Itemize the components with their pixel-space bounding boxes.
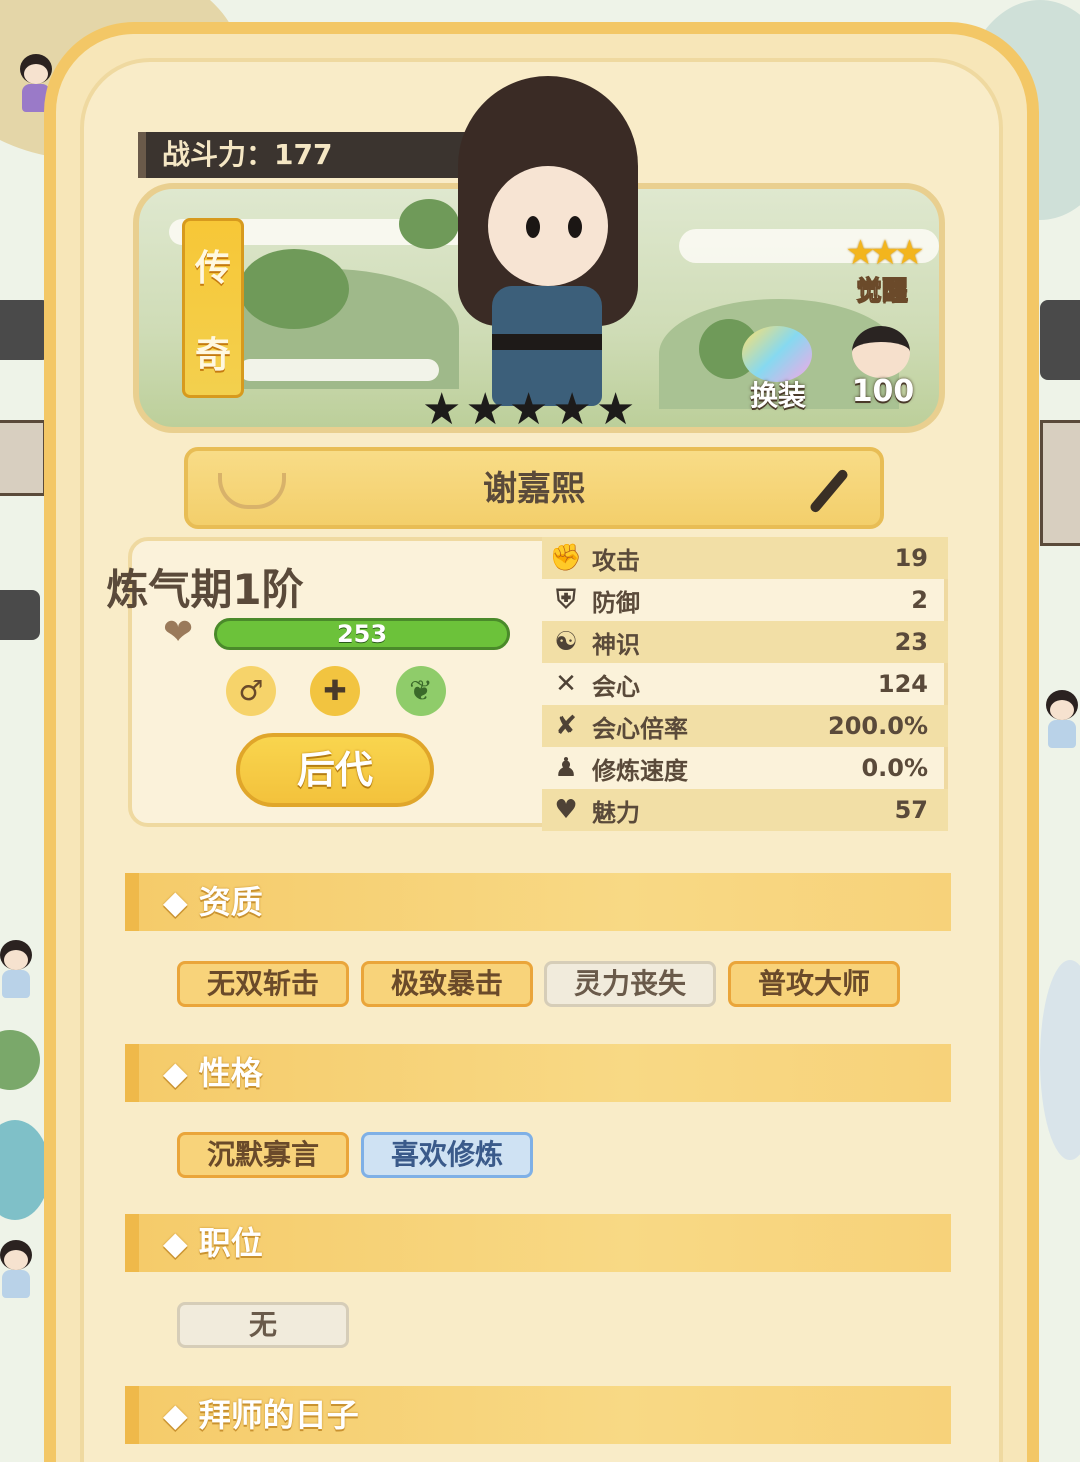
fist-icon: ✊ [549,543,583,573]
star-icon: ★ [422,384,462,435]
outfit-label: 换装 [749,379,806,412]
personality-tag[interactable]: 喜欢修炼 [361,1132,533,1178]
leaf-icon[interactable]: ❦ [396,666,446,716]
section-aptitude: ◆ 资质 [125,873,951,931]
npc-sprite[interactable] [0,1240,38,1300]
stat-cultivation-speed: ♟ 修炼速度 0.0% [542,747,948,789]
stat-value: 23 [894,628,928,656]
stats-list: ✊ 攻击 19 ⛨ 防御 2 ☯ 神识 23 ✕ 会心 124 ✘ 会心倍率 2… [542,537,948,831]
change-outfit-button[interactable]: 换装 [728,322,828,412]
section-title: ◆ 资质 [163,883,263,921]
section-master-days: ◆ 拜师的日子 [125,1386,951,1444]
rarity-char: 奇 [194,334,231,376]
section-personality: ◆ 性格 [125,1044,951,1102]
stat-label: 会心倍率 [592,714,688,743]
stat-crit-rate: ✘ 会心倍率 200.0% [542,705,948,747]
stat-value: 200.0% [828,712,928,740]
child-count: 100 [851,374,915,409]
stat-defense: ⛨ 防御 2 [542,579,948,621]
stars-icon: ★★★ [845,233,924,273]
crossed-swords-icon: ✕ [555,669,577,699]
section-title: ◆ 拜师的日子 [163,1396,359,1434]
name-plate: 谢嘉熙 [184,447,884,529]
star-icon: ★ [595,384,636,435]
npc-sprite[interactable] [0,940,38,1000]
stat-value: 2 [911,586,928,614]
stat-value: 57 [894,796,928,824]
star-rating: ★ ★ ★ ★ ★ [422,388,635,432]
aptitude-tag[interactable]: 普攻大师 [728,961,900,1007]
star-icon: ★ [465,384,505,435]
aptitude-tag[interactable]: 极致暴击 [361,961,533,1007]
crit-rate-icon: ✘ [555,711,577,741]
stat-value: 19 [894,544,928,572]
character-sprite[interactable] [448,66,658,406]
aptitude-tag[interactable]: 灵力丧失 [544,961,716,1007]
spirit-icon: ☯ [554,627,578,657]
child-button[interactable]: 100 [838,322,928,412]
npc-sprite[interactable] [1040,690,1080,750]
descendants-button[interactable]: 后代 [236,733,434,807]
meditation-icon: ♟ [554,753,578,783]
personality-tag[interactable]: 沉默寡言 [177,1132,349,1178]
stat-label: 魅力 [592,798,640,827]
character-name: 谢嘉熙 [483,469,585,509]
gender-male-icon[interactable]: ♂ [226,666,276,716]
position-tag[interactable]: 无 [177,1302,349,1348]
aptitude-tag[interactable]: 无双斩击 [177,961,349,1007]
stat-value: 124 [877,670,928,698]
star-icon: ★ [552,384,592,435]
awaken-label: 觉醒 [855,276,908,307]
rarity-badge: 传 奇 [182,218,244,398]
section-title: ◆ 性格 [163,1054,263,1092]
stat-charm: ♥ 魅力 57 [542,789,948,831]
section-position: ◆ 职位 [125,1214,951,1272]
rarity-char: 传 [194,247,231,289]
heart-icon: ♥ [554,795,578,825]
stat-label: 会心 [592,672,640,701]
stat-label: 神识 [592,630,640,659]
stat-label: 攻击 [592,546,640,575]
stat-spirit: ☯ 神识 23 [542,621,948,663]
section-title: ◆ 职位 [163,1224,263,1262]
stat-critical: ✕ 会心 124 [542,663,948,705]
combat-power: 战斗力：177 [138,132,478,178]
child-avatar-icon [852,326,910,378]
stat-attack: ✊ 攻击 19 [542,537,948,579]
stat-label: 修炼速度 [592,756,688,785]
cultivation-realm: 炼气期1阶 [106,565,304,614]
heal-heart-icon[interactable]: ✚ [310,666,360,716]
star-icon: ★ [508,384,549,435]
stat-label: 防御 [592,588,640,617]
awaken-button[interactable]: ★★★ 觉醒 [832,233,932,307]
shield-icon: ⛨ [556,584,576,615]
health-heart-icon: ❤ [163,612,194,653]
health-bar: 253 [214,618,510,650]
stat-value: 0.0% [861,754,928,782]
